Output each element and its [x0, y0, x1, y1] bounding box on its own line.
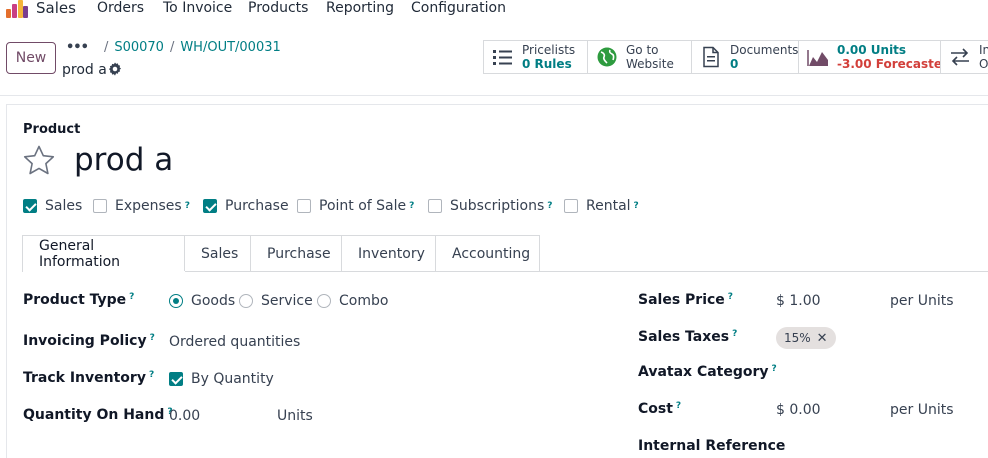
track-inventory-checkbox[interactable]: By Quantity	[169, 371, 274, 387]
sales-taxes-label: Sales Taxes?	[638, 329, 738, 345]
can-be-purchased-checkbox[interactable]: Purchase	[203, 198, 289, 214]
help-tooltip[interactable]: ?	[634, 201, 639, 211]
can-be-expensed-checkbox[interactable]: Expenses?	[93, 198, 190, 214]
invoicing-policy-label: Invoicing Policy?	[23, 333, 155, 349]
checkbox-subscriptions[interactable]	[428, 199, 442, 213]
in-out-button[interactable]: In:Ou	[940, 40, 988, 74]
forecast-button[interactable]: 0.00 Units -3.00 Forecasted	[798, 40, 951, 74]
website-label-2: Website	[626, 57, 674, 71]
cost-input[interactable]: $ 0.00	[776, 402, 821, 418]
documents-button[interactable]: Documents 0	[691, 40, 798, 74]
product-name-field[interactable]: prod a	[74, 142, 173, 178]
record-title: prod a	[62, 62, 107, 78]
checkbox-expenses[interactable]	[93, 199, 107, 213]
top-navbar: Sales Orders To Invoice Products Reporti…	[0, 0, 988, 22]
product-label: Product	[23, 122, 81, 137]
menu-products[interactable]: Products	[248, 0, 308, 16]
radio-button[interactable]	[169, 294, 183, 308]
checkbox-sales[interactable]	[23, 199, 37, 213]
menu-to-invoice[interactable]: To Invoice	[163, 0, 232, 16]
tab-purchase[interactable]: Purchase	[251, 235, 342, 272]
checkbox-rental[interactable]	[564, 199, 578, 213]
checkbox-purchase[interactable]	[203, 199, 217, 213]
pricelists-label: Pricelists	[522, 43, 576, 57]
help-tooltip[interactable]: ?	[547, 201, 552, 211]
pricelists-value: 0 Rules	[522, 57, 572, 71]
quantity-unit: Units	[277, 408, 313, 424]
tab-inventory[interactable]: Inventory	[342, 235, 436, 272]
can-be-sold-checkbox[interactable]: Sales	[23, 198, 82, 214]
help-tooltip[interactable]: ?	[732, 329, 737, 339]
rental-checkbox[interactable]: Rental?	[564, 198, 639, 214]
radio-button[interactable]	[317, 294, 331, 308]
out-label: Ou	[979, 57, 988, 71]
menu-orders[interactable]: Orders	[97, 0, 144, 16]
quantity-on-hand-label: Quantity On Hand?	[23, 407, 173, 423]
help-tooltip[interactable]: ?	[149, 370, 154, 380]
point-of-sale-checkbox[interactable]: Point of Sale?	[297, 198, 414, 214]
arrows-exchange-icon	[951, 48, 969, 66]
notebook-tabs: General Information Sales Purchase Inven…	[22, 235, 540, 272]
product-flags: Sales Expenses? Purchase Point of Sale? …	[23, 198, 723, 218]
invoicing-policy-select[interactable]: Ordered quantities	[169, 334, 300, 350]
sales-app-icon[interactable]	[6, 0, 28, 20]
remove-tag-icon[interactable]: ✕	[817, 331, 828, 346]
breadcrumb-delivery[interactable]: WH/OUT/00031	[180, 40, 280, 55]
tab-accounting[interactable]: Accounting	[436, 235, 540, 272]
checkbox-track-inventory[interactable]	[169, 372, 183, 386]
checkbox-point-of-sale[interactable]	[297, 199, 311, 213]
sales-price-label: Sales Price?	[638, 292, 734, 308]
subscriptions-checkbox[interactable]: Subscriptions?	[428, 198, 553, 214]
track-inventory-label: Track Inventory?	[23, 370, 155, 386]
quantity-on-hand-value[interactable]: 0.00	[169, 408, 200, 424]
tracking-select[interactable]: By Quantity	[191, 371, 274, 387]
documents-label: Documents	[730, 43, 799, 57]
gear-icon[interactable]	[108, 62, 122, 76]
internal-reference-label: Internal Reference	[638, 438, 786, 454]
radio-goods[interactable]: Goods	[169, 293, 235, 309]
list-icon	[493, 50, 512, 65]
menu-reporting[interactable]: Reporting	[326, 0, 394, 16]
help-tooltip[interactable]: ?	[185, 201, 190, 211]
help-tooltip[interactable]: ?	[129, 292, 134, 302]
breadcrumb-sale-order[interactable]: S00070	[114, 40, 164, 55]
help-tooltip[interactable]: ?	[676, 401, 681, 411]
help-tooltip[interactable]: ?	[772, 364, 777, 374]
forecasted-units: -3.00 Forecasted	[837, 57, 951, 71]
favorite-star-icon[interactable]	[22, 144, 56, 178]
pricelists-button[interactable]: Pricelists 0 Rules	[483, 40, 587, 74]
document-icon	[703, 46, 719, 68]
globe-icon	[597, 47, 617, 67]
radio-service[interactable]: Service	[239, 293, 313, 309]
area-chart-icon	[807, 50, 828, 66]
cost-unit: per Units	[890, 402, 954, 418]
sales-price-input[interactable]: $ 1.00	[776, 293, 821, 309]
radio-button[interactable]	[239, 294, 253, 308]
tax-tag: 15% ✕	[776, 327, 836, 349]
in-label: In:	[979, 43, 988, 57]
website-label: Go to	[626, 43, 659, 57]
on-hand-units: 0.00 Units	[837, 43, 907, 57]
documents-count: 0	[730, 57, 739, 71]
help-tooltip[interactable]: ?	[150, 333, 155, 343]
sales-price-unit: per Units	[890, 293, 954, 309]
control-panel-divider	[0, 95, 988, 96]
help-tooltip[interactable]: ?	[728, 292, 733, 302]
cost-label: Cost?	[638, 401, 682, 417]
product-type-label: Product Type?	[23, 292, 135, 308]
radio-combo[interactable]: Combo	[317, 293, 388, 309]
app-name[interactable]: Sales	[36, 0, 76, 17]
menu-configuration[interactable]: Configuration	[411, 0, 506, 16]
smart-buttons: Pricelists 0 Rules Go to Website Documents…	[483, 40, 988, 74]
avatax-category-label: Avatax Category?	[638, 364, 777, 380]
breadcrumb: ••• / S00070/WH/OUT/00031	[66, 40, 281, 55]
tab-general-information[interactable]: General Information	[22, 235, 185, 272]
tab-sales[interactable]: Sales	[185, 235, 251, 272]
breadcrumb-more-button[interactable]: •••	[66, 40, 89, 55]
new-button[interactable]: New	[6, 42, 56, 74]
help-tooltip[interactable]: ?	[409, 201, 414, 211]
go-to-website-button[interactable]: Go to Website	[587, 40, 691, 74]
